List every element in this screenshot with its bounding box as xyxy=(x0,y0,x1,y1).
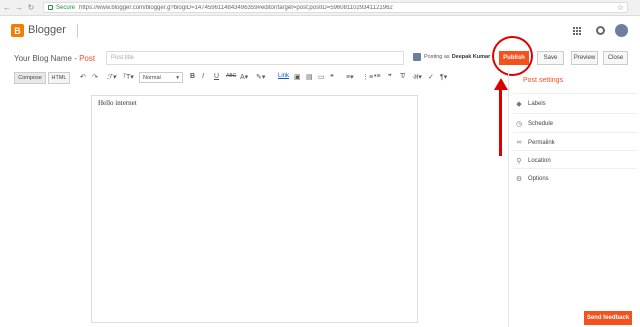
bulleted-list-icon[interactable]: •≡ xyxy=(374,73,381,80)
post-word: Post xyxy=(79,54,96,63)
browser-toolbar: ← → ↻ Secure https://www.blogger.com/blo… xyxy=(0,0,640,16)
post-settings-title: Post settings xyxy=(523,77,564,84)
posting-as: Posting as Deepak Kumar xyxy=(413,53,490,61)
forward-icon[interactable]: → xyxy=(14,3,24,13)
clock-icon: ◷ xyxy=(515,120,523,128)
quote-icon[interactable]: ❝ xyxy=(330,73,334,81)
posting-as-label: Posting as xyxy=(424,54,450,60)
preview-button[interactable]: Preview xyxy=(571,51,598,65)
url-text: https://www.blogger.com/blogger.g?blogID… xyxy=(79,4,393,11)
pin-icon: ⚲ xyxy=(516,157,522,165)
divider xyxy=(77,24,78,38)
save-button[interactable]: Save xyxy=(537,51,564,65)
post-editor[interactable]: Hello internet xyxy=(91,95,418,323)
blog-title: Your Blog Name - Post xyxy=(14,54,95,63)
blogger-logo[interactable]: B xyxy=(11,24,24,37)
account-avatar[interactable] xyxy=(615,24,628,37)
post-settings-panel: Post settings ◆ Labels ◷ Schedule ∞ Perm… xyxy=(508,70,640,327)
blog-name: Your Blog Name xyxy=(14,54,72,63)
sidebar-item-location[interactable]: ⚲ Location xyxy=(513,150,637,170)
insert-image-icon[interactable]: ▣ xyxy=(294,73,301,81)
font-family-icon[interactable]: ℱ▾ xyxy=(107,73,116,81)
quote-block-icon[interactable]: ❞ xyxy=(388,73,392,81)
language-icon[interactable]: अ▾ xyxy=(413,73,422,82)
strikethrough-icon[interactable]: ABC xyxy=(226,73,236,79)
undo-icon[interactable]: ↶ xyxy=(80,73,86,81)
sidebar-item-options[interactable]: ⚙ Options xyxy=(513,168,637,188)
reload-icon[interactable]: ↻ xyxy=(26,3,36,13)
sidebar-item-permalink[interactable]: ∞ Permalink xyxy=(513,132,637,152)
tag-icon: ◆ xyxy=(516,100,522,108)
annotation-arrow xyxy=(499,88,502,156)
back-icon[interactable]: ← xyxy=(2,3,12,13)
underline-icon[interactable]: U xyxy=(214,73,219,80)
author-avatar xyxy=(413,53,421,61)
editor-toolbar: Compose HTML ↶ ↷ ℱ▾ ᵀT▾ Normal ▾ B I U A… xyxy=(0,70,508,86)
bookmark-star-icon[interactable]: ☆ xyxy=(617,3,624,12)
secure-label: Secure xyxy=(56,4,76,11)
highlight-icon[interactable]: ✎▾ xyxy=(256,73,265,81)
redo-icon[interactable]: ↷ xyxy=(92,73,98,81)
clear-format-icon[interactable]: T̸ xyxy=(400,73,404,80)
jump-break-icon[interactable]: ▭ xyxy=(318,73,325,81)
chevron-down-icon: ▾ xyxy=(176,75,179,81)
post-title-input[interactable]: Post title xyxy=(106,51,404,65)
notifications-icon[interactable] xyxy=(596,26,605,35)
font-size-icon[interactable]: ᵀT▾ xyxy=(123,73,134,81)
text-color-icon[interactable]: A▾ xyxy=(240,73,248,81)
compose-tab[interactable]: Compose xyxy=(14,72,46,84)
app-brand[interactable]: Blogger xyxy=(28,24,66,36)
blog-name-separator: - xyxy=(71,54,80,63)
align-icon[interactable]: ≡▾ xyxy=(346,73,354,81)
insert-link[interactable]: Link xyxy=(278,73,289,79)
gear-icon: ⚙ xyxy=(515,175,523,183)
numbered-list-icon[interactable]: ⋮≡ xyxy=(362,73,373,81)
sidebar-item-label: Schedule xyxy=(528,120,554,127)
address-bar[interactable]: Secure https://www.blogger.com/blogger.g… xyxy=(43,2,628,13)
insert-video-icon[interactable]: ▤ xyxy=(306,73,313,81)
paragraph-format-value: Normal xyxy=(143,75,161,81)
sidebar-item-label: Permalink xyxy=(528,139,555,146)
paragraph-format-select[interactable]: Normal ▾ xyxy=(139,72,183,83)
apps-grid-icon[interactable] xyxy=(573,27,581,35)
spellcheck-icon[interactable]: ✓ xyxy=(428,73,434,81)
sidebar-item-label: Options xyxy=(528,175,549,182)
sidebar-item-label: Location xyxy=(528,157,551,164)
app-header: B Blogger xyxy=(0,17,640,47)
bold-icon[interactable]: B xyxy=(190,73,195,80)
post-body-text[interactable]: Hello internet xyxy=(98,99,137,107)
link-icon: ∞ xyxy=(516,139,522,146)
rtl-icon[interactable]: ¶▾ xyxy=(440,73,447,81)
lock-icon xyxy=(48,5,53,10)
sidebar-item-schedule[interactable]: ◷ Schedule xyxy=(513,113,637,133)
author-name: Deepak Kumar xyxy=(451,54,491,60)
italic-icon[interactable]: I xyxy=(202,73,204,80)
sidebar-item-label: Labels xyxy=(528,100,546,107)
post-header: Your Blog Name - Post Post title Posting… xyxy=(0,49,640,69)
html-tab[interactable]: HTML xyxy=(48,72,70,84)
close-button[interactable]: Close xyxy=(603,51,628,65)
sidebar-item-labels[interactable]: ◆ Labels xyxy=(513,93,637,113)
send-feedback-button[interactable]: Send feedback xyxy=(584,311,632,325)
